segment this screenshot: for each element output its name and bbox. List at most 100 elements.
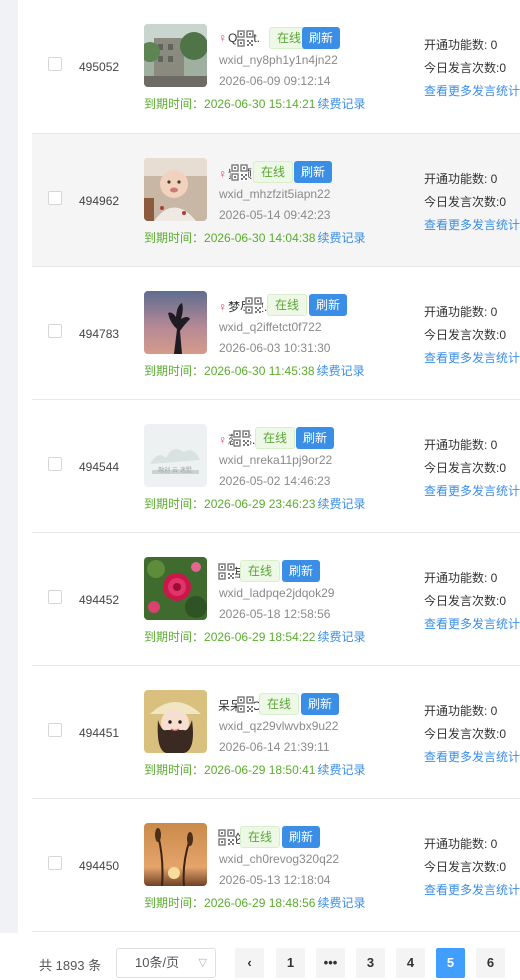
online-status-badge: 在线 — [240, 826, 281, 848]
more-stats-link[interactable]: 查看更多发言统计 — [424, 349, 520, 366]
page-button-1[interactable]: 1 — [276, 948, 305, 978]
function-count: 开通功能数: 0 — [424, 571, 498, 585]
message-count: 今日发言次数:0 — [424, 461, 507, 475]
page-ellipsis[interactable]: ••• — [316, 948, 345, 978]
expire-value: 2026-06-29 18:50:41 — [204, 763, 316, 777]
refresh-button[interactable]: 刷新 — [282, 560, 321, 582]
created-time: 2026-06-03 10:31:30 — [219, 341, 331, 355]
expire-time: 到期时间：2026-06-29 23:46:23 续费记录 — [144, 495, 365, 512]
pagination-bar: 共 1893 条 10条/页 ▽ ‹ 1 ••• 3 4 5 6 — [0, 933, 520, 980]
wxid-text: wxid_qz29vlwvbx9u22 — [219, 719, 339, 733]
row-checkbox[interactable] — [48, 723, 62, 737]
expire-label: 到期时间： — [144, 231, 205, 245]
function-count: 开通功能数: 0 — [424, 704, 498, 718]
more-stats-link[interactable]: 查看更多发言统计 — [424, 748, 520, 765]
page-button-6[interactable]: 6 — [476, 948, 505, 978]
online-status-badge: 在线 — [255, 427, 296, 449]
function-count: 开通功能数: 0 — [424, 305, 498, 319]
account-table: 495052♀Quiet.在线刷新wxid_ny8ph1y1n4jn222026… — [32, 0, 520, 932]
message-count: 今日发言次数:0 — [424, 195, 507, 209]
account-list-panel: 495052♀Quiet.在线刷新wxid_ny8ph1y1n4jn222026… — [0, 0, 520, 980]
row-checkbox[interactable] — [48, 457, 62, 471]
message-count: 今日发言次数:0 — [424, 727, 507, 741]
expire-value: 2026-06-30 14:04:38 — [204, 231, 316, 245]
renew-record-link[interactable]: 续费记录 — [317, 364, 365, 378]
more-stats-link[interactable]: 查看更多发言统计 — [424, 82, 520, 99]
expire-time: 到期时间：2026-06-30 14:04:38 续费记录 — [144, 229, 365, 246]
qrcode-icon[interactable] — [245, 297, 262, 314]
qrcode-icon[interactable] — [237, 696, 254, 713]
function-count: 开通功能数: 0 — [424, 438, 498, 452]
avatar-logo-text: 融创 云·逸墅 — [158, 466, 192, 474]
renew-record-link[interactable]: 续费记录 — [317, 630, 365, 644]
row-checkbox[interactable] — [48, 191, 62, 205]
page-size-value: 10条/页 — [135, 955, 180, 970]
expire-value: 2026-06-29 18:48:56 — [204, 896, 316, 910]
left-gutter — [0, 0, 18, 980]
chevron-down-icon: ▽ — [198, 957, 207, 969]
wxid-text: wxid_nreka11pj9or22 — [219, 453, 333, 467]
expire-time: 到期时间：2026-06-29 18:50:41 续费记录 — [144, 761, 365, 778]
wxid-text: wxid_q2iffetct0f722 — [219, 320, 322, 334]
table-row[interactable]: 494450芳纶在线刷新wxid_ch0revog320q222026-05-1… — [32, 799, 520, 932]
expire-time: 到期时间：2026-06-30 11:45:38 续费记录 — [144, 362, 365, 379]
female-icon: ♀ — [218, 433, 227, 447]
prev-page-button[interactable]: ‹ — [235, 948, 264, 978]
online-status-badge: 在线 — [253, 161, 294, 183]
total-count: 共 1893 条 — [39, 958, 102, 973]
refresh-button[interactable]: 刷新 — [302, 27, 341, 49]
row-id: 494450 — [79, 859, 120, 873]
refresh-button[interactable]: 刷新 — [301, 693, 340, 715]
more-stats-link[interactable]: 查看更多发言统计 — [424, 881, 520, 898]
page-button-5-current[interactable]: 5 — [436, 948, 465, 978]
refresh-button[interactable]: 刷新 — [282, 826, 321, 848]
row-checkbox[interactable] — [48, 590, 62, 604]
table-row[interactable]: 494962♀紫颜在线刷新wxid_mhzfzit5iapn222026-05-… — [32, 134, 520, 267]
qrcode-icon[interactable] — [231, 164, 248, 181]
renew-record-link[interactable]: 续费记录 — [317, 497, 365, 511]
qrcode-icon[interactable] — [218, 829, 235, 846]
expire-time: 到期时间：2026-06-29 18:48:56 续费记录 — [144, 894, 365, 911]
refresh-button[interactable]: 刷新 — [309, 294, 348, 316]
qrcode-icon[interactable] — [233, 430, 250, 447]
created-time: 2026-05-14 09:42:23 — [219, 208, 331, 222]
expire-label: 到期时间： — [144, 630, 205, 644]
female-icon: ♀ — [218, 167, 227, 181]
expire-value: 2026-06-29 23:46:23 — [204, 497, 316, 511]
avatar — [144, 823, 207, 886]
avatar — [144, 24, 207, 87]
more-stats-link[interactable]: 查看更多发言统计 — [424, 615, 520, 632]
table-row[interactable]: 494783♀梦尽破.在线刷新wxid_q2iffetct0f7222026-0… — [32, 267, 520, 400]
qrcode-icon[interactable] — [218, 563, 235, 580]
female-icon: ♀ — [218, 300, 227, 314]
more-stats-link[interactable]: 查看更多发言统计 — [424, 482, 520, 499]
row-checkbox[interactable] — [48, 856, 62, 870]
refresh-button[interactable]: 刷新 — [296, 427, 335, 449]
more-stats-link[interactable]: 查看更多发言统计 — [424, 216, 520, 233]
row-checkbox[interactable] — [48, 57, 62, 71]
qrcode-icon[interactable] — [237, 30, 254, 47]
table-row[interactable]: 494451呆呆o.O在线刷新wxid_qz29vlwvbx9u222026-0… — [32, 666, 520, 799]
renew-record-link[interactable]: 续费记录 — [317, 896, 365, 910]
table-row[interactable]: 494544融创 云·逸墅♀蕊蕊.在线刷新wxid_nreka11pj9or22… — [32, 400, 520, 533]
renew-record-link[interactable]: 续费记录 — [317, 97, 365, 111]
avatar — [144, 557, 207, 620]
renew-record-link[interactable]: 续费记录 — [317, 231, 365, 245]
function-count: 开通功能数: 0 — [424, 172, 498, 186]
table-row[interactable]: 495052♀Quiet.在线刷新wxid_ny8ph1y1n4jn222026… — [32, 0, 520, 134]
expire-label: 到期时间： — [144, 497, 205, 511]
expire-label: 到期时间： — [144, 97, 205, 111]
online-status-badge: 在线 — [259, 693, 300, 715]
row-checkbox[interactable] — [48, 324, 62, 338]
expire-label: 到期时间： — [144, 364, 205, 378]
message-count: 今日发言次数:0 — [424, 860, 507, 874]
page-size-select[interactable]: 10条/页 ▽ — [116, 948, 216, 978]
wxid-text: wxid_mhzfzit5iapn22 — [219, 187, 331, 201]
table-row[interactable]: 494452庆店在线刷新wxid_ladpqe2jdqok292026-05-1… — [32, 533, 520, 666]
created-time: 2026-05-13 12:18:04 — [219, 873, 331, 887]
page-button-4[interactable]: 4 — [396, 948, 425, 978]
expire-label: 到期时间： — [144, 896, 205, 910]
page-button-3[interactable]: 3 — [356, 948, 385, 978]
refresh-button[interactable]: 刷新 — [294, 161, 333, 183]
renew-record-link[interactable]: 续费记录 — [317, 763, 365, 777]
